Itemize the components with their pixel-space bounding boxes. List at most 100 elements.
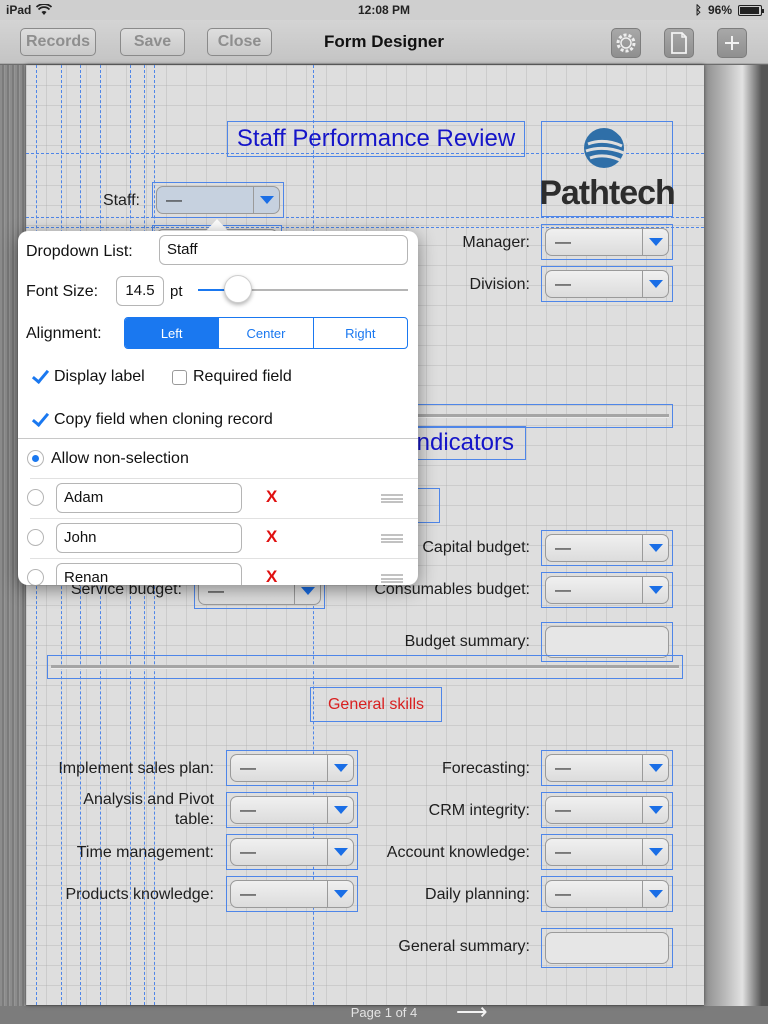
chevron-down-icon [642, 755, 668, 781]
reorder-handle-icon[interactable] [381, 534, 403, 543]
chevron-down-icon [642, 535, 668, 561]
allow-non-selection-label: Allow non-selection [51, 450, 189, 467]
staff-dropdown[interactable]: — [152, 182, 284, 218]
budget-summary-label: Budget summary: [404, 633, 530, 650]
forecasting-value: — [555, 760, 571, 777]
reorder-handle-icon[interactable] [381, 574, 403, 583]
daily-planning-value: — [555, 886, 571, 903]
battery-icon [738, 4, 764, 16]
service-budget-value: — [208, 583, 224, 600]
products-knowledge-dropdown[interactable]: — [226, 876, 358, 912]
font-size-unit: pt [170, 283, 183, 300]
daily-planning-dropdown[interactable]: — [541, 876, 673, 912]
alignment-left[interactable]: Left [125, 318, 219, 348]
account-knowledge-label: Account knowledge: [386, 844, 530, 861]
dropdown-list-label: Dropdown List: [26, 243, 133, 260]
slider-thumb[interactable] [223, 275, 252, 303]
staff-label: Staff: [102, 192, 140, 209]
status-bar: iPad 12:08 PM ᛒ 96% [0, 0, 768, 20]
field-properties-popover: Dropdown List: Staff Font Size: 14.5 pt … [18, 231, 418, 585]
background-texture-right [704, 65, 768, 1024]
capital-budget-label: Capital budget: [422, 539, 530, 556]
delete-item-adam[interactable]: X [266, 487, 277, 507]
item-radio-adam[interactable] [27, 489, 44, 506]
divider-line[interactable] [47, 655, 683, 679]
bluetooth-icon: ᛒ [694, 3, 702, 17]
required-field-text: Required field [193, 368, 292, 385]
dropdown-list-input[interactable]: Staff [159, 235, 408, 265]
forecasting-label: Forecasting: [441, 760, 530, 777]
display-label-text: Display label [54, 368, 145, 385]
allow-non-selection-radio[interactable] [27, 450, 44, 467]
company-logo[interactable]: Pathtech [539, 121, 676, 217]
general-summary-field[interactable] [541, 928, 673, 968]
general-skills-title[interactable]: General skills [310, 687, 442, 722]
item-radio-renan[interactable] [27, 569, 44, 585]
alignment-segmented-control[interactable]: Left Center Right [124, 317, 408, 349]
alignment-label: Alignment: [26, 325, 102, 342]
crm-integrity-dropdown[interactable]: — [541, 792, 673, 828]
item-input-adam[interactable]: Adam [56, 483, 242, 513]
chevron-down-icon [642, 229, 668, 255]
products-knowledge-value: — [240, 886, 256, 903]
divider-line[interactable] [398, 404, 673, 428]
delete-item-john[interactable]: X [266, 527, 277, 547]
separator [30, 558, 418, 559]
manager-value: — [555, 234, 571, 251]
display-label-checkbox[interactable]: Display label [32, 368, 145, 386]
required-field-checkbox[interactable]: Required field [172, 368, 292, 386]
clock: 12:08 PM [357, 3, 411, 17]
chevron-down-icon [642, 839, 668, 865]
font-size-input[interactable]: 14.5 [116, 276, 164, 306]
checkbox-icon [172, 369, 187, 385]
chevron-down-icon [327, 839, 353, 865]
form-title[interactable]: Staff Performance Review [227, 121, 525, 157]
chevron-down-icon [642, 881, 668, 907]
time-management-label: Time management: [76, 844, 214, 861]
new-page-button[interactable] [664, 28, 694, 58]
checkmark-icon [32, 412, 48, 428]
separator [30, 518, 418, 519]
implement-sales-plan-dropdown[interactable]: — [226, 750, 358, 786]
analysis-pivot-dropdown[interactable]: — [226, 792, 358, 828]
alignment-center[interactable]: Center [218, 318, 312, 348]
consumables-budget-value: — [555, 582, 571, 599]
chevron-down-icon [642, 577, 668, 603]
general-summary-label: General summary: [398, 938, 530, 955]
layout-guide [26, 217, 704, 218]
manager-dropdown[interactable]: — [541, 224, 673, 260]
page-title: Form Designer [324, 32, 444, 51]
analysis-pivot-value: — [240, 802, 256, 819]
time-management-dropdown[interactable]: — [226, 834, 358, 870]
account-knowledge-dropdown[interactable]: — [541, 834, 673, 870]
chevron-down-icon [327, 881, 353, 907]
settings-button[interactable] [611, 28, 641, 58]
division-dropdown[interactable]: — [541, 266, 673, 302]
delete-item-renan[interactable]: X [266, 567, 277, 585]
implement-sales-plan-value: — [240, 760, 256, 777]
copy-field-text: Copy field when cloning record [54, 411, 273, 428]
division-label: Division: [469, 276, 530, 293]
next-page-arrow-icon[interactable]: ⟶ [456, 1001, 488, 1023]
staff-value: — [166, 192, 182, 209]
item-input-john[interactable]: John [56, 523, 242, 553]
reorder-handle-icon[interactable] [381, 494, 403, 503]
capital-budget-value: — [555, 540, 571, 557]
consumables-budget-dropdown[interactable]: — [541, 572, 673, 608]
time-management-value: — [240, 844, 256, 861]
item-radio-john[interactable] [27, 529, 44, 546]
page-indicator: Page 1 of 4 [350, 1005, 418, 1020]
analysis-pivot-label: Analysis and Pivot table: [83, 791, 214, 828]
add-button[interactable] [717, 28, 747, 58]
gear-icon [616, 33, 636, 53]
forecasting-dropdown[interactable]: — [541, 750, 673, 786]
copy-field-checkbox[interactable]: Copy field when cloning record [32, 411, 273, 429]
item-input-renan[interactable]: Renan [56, 563, 242, 585]
division-value: — [555, 276, 571, 293]
logo-globe-icon [584, 127, 630, 168]
account-knowledge-value: — [555, 844, 571, 861]
crm-integrity-value: — [555, 802, 571, 819]
chevron-down-icon [327, 797, 353, 823]
alignment-right[interactable]: Right [312, 318, 407, 348]
capital-budget-dropdown[interactable]: — [541, 530, 673, 566]
